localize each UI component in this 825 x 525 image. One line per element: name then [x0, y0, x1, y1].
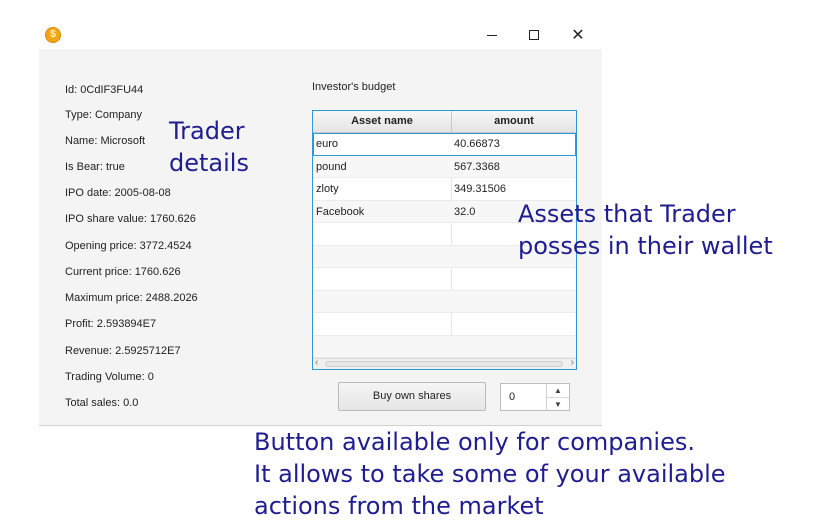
scroll-thumb[interactable]: [325, 361, 563, 367]
column-header-asset-name[interactable]: Asset name: [313, 111, 452, 132]
empty-table-row: [313, 313, 576, 336]
ipo-share-value: IPO share value: 1760.626: [65, 213, 196, 225]
button-annotation: Button available only for companies. It …: [254, 428, 726, 520]
column-header-amount[interactable]: amount: [452, 111, 576, 132]
scroll-right-icon[interactable]: ›: [571, 357, 574, 368]
spinner-up-icon[interactable]: ▲: [547, 384, 569, 398]
asset-name-cell: zloty: [316, 183, 339, 195]
current-price: Current price: 1760.626: [65, 266, 181, 278]
empty-table-row: [313, 268, 576, 291]
minimize-icon[interactable]: [478, 24, 506, 46]
revenue: Revenue: 2.5925712E7: [65, 345, 181, 357]
empty-table-row: [313, 290, 576, 313]
trader-details-annotation: Trader details: [169, 117, 249, 177]
table-row[interactable]: euro 40.66873: [313, 133, 576, 156]
quantity-spinner[interactable]: 0 ▲ ▼: [500, 383, 570, 411]
quantity-value[interactable]: 0: [509, 384, 515, 410]
trading-volume: Trading Volume: 0: [65, 371, 154, 383]
amount-cell: 567.3368: [454, 160, 500, 173]
amount-cell: 40.66873: [454, 138, 500, 150]
ipo-date: IPO date: 2005-08-08: [65, 187, 171, 199]
asset-name-cell: Facebook: [316, 205, 365, 218]
table-row[interactable]: pound 567.3368: [313, 155, 576, 178]
asset-name-cell: pound: [316, 160, 347, 173]
amount-cell: 32.0: [454, 205, 476, 218]
asset-name-cell: euro: [316, 138, 339, 150]
total-sales: Total sales: 0.0: [65, 397, 139, 409]
coin-icon: $: [45, 27, 61, 43]
maximize-icon[interactable]: [520, 24, 548, 46]
table-header: Asset name amount: [313, 111, 576, 133]
assets-annotation: Assets that Trader posses in their walle…: [518, 200, 773, 260]
empty-table-row: [313, 335, 576, 358]
scroll-left-icon[interactable]: ‹: [315, 357, 318, 368]
maximum-price: Maximum price: 2488.2026: [65, 292, 198, 304]
spinner-down-icon[interactable]: ▼: [547, 398, 569, 411]
trader-id: Id: 0CdIF3FU44: [65, 84, 144, 96]
close-icon[interactable]: ✕: [564, 24, 592, 46]
investors-budget-label: Investor's budget: [312, 81, 396, 93]
buy-own-shares-button[interactable]: Buy own shares: [338, 382, 486, 411]
amount-cell: 349.31506: [454, 183, 506, 195]
opening-price: Opening price: 3772.4524: [65, 240, 192, 252]
horizontal-scrollbar[interactable]: ‹ ›: [313, 357, 576, 369]
trader-type: Type: Company: [65, 109, 143, 121]
profit: Profit: 2.593894E7: [65, 318, 157, 330]
spinner-buttons: ▲ ▼: [546, 384, 569, 410]
trader-is-bear: Is Bear: true: [65, 161, 125, 173]
trader-name: Name: Microsoft: [65, 135, 146, 147]
